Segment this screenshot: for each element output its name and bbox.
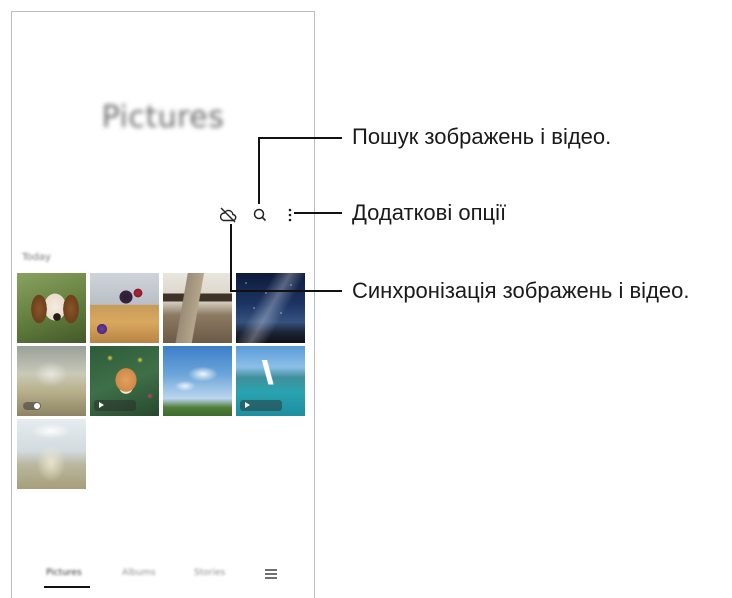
- sync-leader-horizontal: [230, 290, 342, 292]
- search-icon[interactable]: [250, 205, 270, 225]
- phone-screen: Pictures Today Pictures Albums Stories: [11, 11, 315, 598]
- photo-grid: [17, 273, 309, 489]
- callout-search: Пошук зображень і відео.: [352, 124, 612, 149]
- tab-pictures[interactable]: Pictures: [46, 568, 82, 578]
- thumbnail-pancakes[interactable]: [90, 273, 159, 343]
- thumbnail-corgi[interactable]: [90, 346, 159, 416]
- hamburger-menu-icon[interactable]: [264, 566, 278, 580]
- page-title: Pictures: [101, 100, 225, 135]
- callout-more-options: Додаткові опції: [352, 200, 507, 225]
- search-leader-vertical: [258, 137, 260, 204]
- thumbnail-beagle[interactable]: [17, 273, 86, 343]
- thumbnail-starry-sky[interactable]: [236, 273, 305, 343]
- cloud-off-icon[interactable]: [218, 205, 238, 225]
- thumbnail-sky-meadow[interactable]: [163, 346, 232, 416]
- tab-stories[interactable]: Stories: [194, 568, 225, 578]
- thumbnail-village[interactable]: [163, 273, 232, 343]
- more-vertical-icon[interactable]: [280, 205, 300, 225]
- play-icon: [99, 402, 104, 408]
- section-label-today: Today: [22, 252, 51, 263]
- video-badge: [94, 400, 136, 411]
- motion-photo-badge: [23, 402, 41, 410]
- options-leader: [294, 212, 342, 214]
- active-tab-indicator: [44, 586, 90, 588]
- thumbnail-sailboat[interactable]: [236, 346, 305, 416]
- search-leader-horizontal: [258, 137, 342, 139]
- bottom-tab-bar: Pictures Albums Stories: [12, 564, 314, 588]
- tab-albums[interactable]: Albums: [122, 568, 156, 578]
- thumbnail-water-splash[interactable]: [17, 346, 86, 416]
- video-badge: [240, 400, 282, 411]
- play-icon: [245, 402, 250, 408]
- callout-sync: Синхронізація зображень і відео.: [352, 278, 690, 303]
- thumbnail-ice-glass[interactable]: [17, 419, 86, 489]
- sync-leader-vertical: [230, 224, 232, 291]
